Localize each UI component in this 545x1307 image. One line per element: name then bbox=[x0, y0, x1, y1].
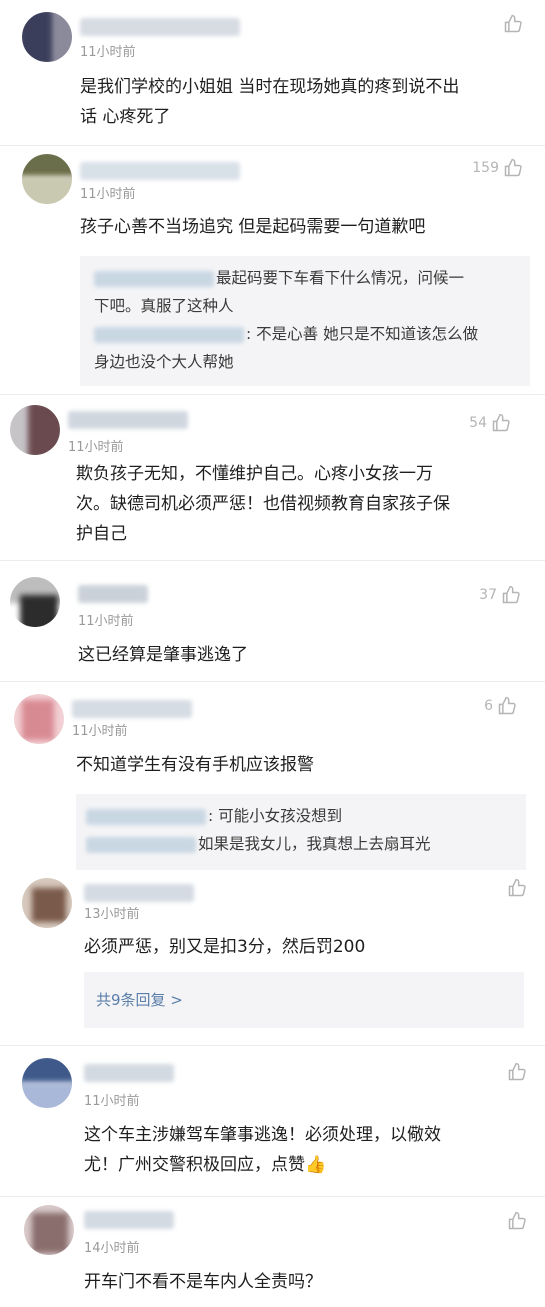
thumbs-up-icon bbox=[504, 14, 522, 33]
like-button[interactable] bbox=[503, 878, 527, 898]
comment-text: 这个车主涉嫌驾车肇事逃逸！必须处理，以儆效 尤！广州交警积极回应，点赞👍 bbox=[84, 1120, 534, 1180]
thumbs-up-icon bbox=[504, 158, 522, 177]
username-blurred[interactable] bbox=[84, 1064, 174, 1082]
comment-time: 11小时前 bbox=[72, 724, 128, 739]
like-count: 6 bbox=[484, 698, 493, 714]
reply-item[interactable]: : 可能小女孩没想到 bbox=[86, 802, 516, 830]
comment-item: 11小时前 6 不知道学生有没有手机应该报警 : 可能小女孩没想到 如果是我女儿… bbox=[0, 682, 545, 870]
comment-text-line: 必须严惩，别又是扣3分，然后罚200 bbox=[84, 937, 366, 957]
avatar[interactable] bbox=[24, 1205, 74, 1255]
avatar[interactable] bbox=[22, 154, 72, 204]
comment-text: 欺负孩子无知，不懂维护自己。心疼小女孩一万 次。缺德司机必须严惩！也借视频教育自… bbox=[76, 459, 536, 549]
comment-item: 11小时前 54 欺负孩子无知，不懂维护自己。心疼小女孩一万 次。缺德司机必须严… bbox=[0, 395, 545, 560]
reply-username-blurred[interactable] bbox=[94, 270, 214, 287]
comment-text-line: 开车门不看不是车内人全责吗？ bbox=[84, 1272, 322, 1292]
reply-username-blurred[interactable] bbox=[86, 808, 206, 825]
reply-text: : 不是心善 她只是不知道该怎么做 bbox=[246, 325, 479, 343]
comment-text-line: 欺负孩子无知，不懂维护自己。心疼小女孩一万 bbox=[76, 464, 433, 484]
reply-box[interactable]: : 可能小女孩没想到 如果是我女儿，我真想上去扇耳光 bbox=[76, 794, 526, 870]
reply-text: : 可能小女孩没想到 bbox=[208, 807, 343, 825]
comment-text: 必须严惩，别又是扣3分，然后罚200 bbox=[84, 932, 524, 962]
comment-item: 11小时前 这个车主涉嫌驾车肇事逃逸！必须处理，以儆效 尤！广州交警积极回应，点… bbox=[0, 1046, 545, 1196]
comment-text-line: 不知道学生有没有手机应该报警 bbox=[76, 755, 314, 775]
username-blurred[interactable] bbox=[80, 162, 240, 180]
avatar[interactable] bbox=[22, 1058, 72, 1108]
thumbs-up-icon bbox=[508, 1062, 526, 1081]
thumbs-up-icon bbox=[498, 696, 516, 715]
avatar[interactable] bbox=[22, 878, 72, 928]
comment-text: 不知道学生有没有手机应该报警 bbox=[76, 750, 516, 780]
reply-text: 如果是我女儿，我真想上去扇耳光 bbox=[198, 835, 431, 853]
comment-item: 13小时前 必须严惩，别又是扣3分，然后罚200 共9条回复 > bbox=[0, 870, 545, 1045]
username-blurred[interactable] bbox=[78, 585, 148, 603]
thumbs-up-icon bbox=[508, 878, 526, 897]
comment-text-line: 这个车主涉嫌驾车肇事逃逸！必须处理，以儆效 bbox=[84, 1125, 441, 1145]
comment-time: 13小时前 bbox=[84, 907, 140, 922]
comment-item: 11小时前 159 孩子心善不当场追究 但是起码需要一句道歉吧 最起码要下车看下… bbox=[0, 146, 545, 394]
like-count: 37 bbox=[479, 587, 497, 603]
comment-text-line: 这已经算是肇事逃逸了 bbox=[78, 645, 248, 665]
username-blurred[interactable] bbox=[72, 700, 192, 718]
comment-text-line: 尤！广州交警积极回应，点赞👍 bbox=[84, 1155, 327, 1175]
thumbs-up-icon bbox=[502, 585, 520, 604]
comment-time: 14小时前 bbox=[84, 1241, 140, 1256]
avatar[interactable] bbox=[14, 694, 64, 744]
username-blurred[interactable] bbox=[80, 18, 240, 36]
comment-text-line: 孩子心善不当场追究 但是起码需要一句道歉吧 bbox=[80, 217, 426, 237]
comment-time: 11小时前 bbox=[80, 187, 136, 202]
reply-text-cont: 身边也没个大人帮她 bbox=[94, 353, 234, 371]
comment-item: 11小时前 是我们学校的小姐姐 当时在现场她真的疼到说不出 话 心疼死了 bbox=[0, 0, 545, 145]
comment-time: 11小时前 bbox=[68, 440, 124, 455]
comment-text-line: 话 心疼死了 bbox=[80, 107, 171, 127]
like-button[interactable] bbox=[499, 14, 523, 34]
comment-text: 孩子心善不当场追究 但是起码需要一句道歉吧 bbox=[80, 212, 530, 242]
avatar[interactable] bbox=[10, 577, 60, 627]
username-blurred[interactable] bbox=[84, 884, 194, 902]
username-blurred[interactable] bbox=[68, 411, 188, 429]
avatar[interactable] bbox=[10, 405, 60, 455]
reply-item[interactable]: : 不是心善 她只是不知道该怎么做 bbox=[94, 320, 516, 348]
reply-username-blurred[interactable] bbox=[94, 326, 244, 343]
reply-username-blurred[interactable] bbox=[86, 836, 196, 853]
avatar[interactable] bbox=[22, 12, 72, 62]
like-button[interactable]: 6 bbox=[484, 696, 517, 716]
like-button[interactable]: 37 bbox=[479, 585, 521, 605]
more-replies-link[interactable]: 共9条回复 > bbox=[96, 991, 183, 1009]
comment-text-line: 次。缺德司机必须严惩！也借视频教育自家孩子保 bbox=[76, 494, 450, 514]
username-blurred[interactable] bbox=[84, 1211, 174, 1229]
like-button[interactable] bbox=[503, 1062, 527, 1082]
comment-text-line: 是我们学校的小姐姐 当时在现场她真的疼到说不出 bbox=[80, 77, 460, 97]
comment-item: 11小时前 37 这已经算是肇事逃逸了 bbox=[0, 561, 545, 681]
reply-item[interactable]: 如果是我女儿，我真想上去扇耳光 bbox=[86, 830, 516, 858]
reply-box[interactable]: 共9条回复 > bbox=[84, 972, 524, 1028]
comment-time: 11小时前 bbox=[78, 614, 134, 629]
reply-item[interactable]: 最起码要下车看下什么情况，问候一 bbox=[94, 264, 516, 292]
reply-text: 最起码要下车看下什么情况，问候一 bbox=[216, 269, 465, 287]
reply-box[interactable]: 最起码要下车看下什么情况，问候一 下吧。真服了这种人 : 不是心善 她只是不知道… bbox=[80, 256, 530, 386]
comment-text-line: 护自己 bbox=[76, 524, 127, 544]
like-button[interactable] bbox=[503, 1211, 527, 1231]
like-count: 54 bbox=[469, 415, 487, 431]
thumbs-up-icon bbox=[492, 413, 510, 432]
like-count: 159 bbox=[472, 160, 499, 176]
like-button[interactable]: 159 bbox=[472, 158, 523, 178]
comment-time: 11小时前 bbox=[84, 1094, 140, 1109]
comment-item: 14小时前 开车门不看不是车内人全责吗？ bbox=[0, 1197, 545, 1307]
thumbs-up-icon bbox=[508, 1211, 526, 1230]
like-button[interactable]: 54 bbox=[469, 413, 511, 433]
comment-text: 这已经算是肇事逃逸了 bbox=[78, 640, 518, 670]
reply-text-cont: 下吧。真服了这种人 bbox=[94, 297, 234, 315]
comment-time: 11小时前 bbox=[80, 45, 136, 60]
comment-text: 开车门不看不是车内人全责吗？ bbox=[84, 1267, 524, 1297]
comment-text: 是我们学校的小姐姐 当时在现场她真的疼到说不出 话 心疼死了 bbox=[80, 72, 530, 132]
